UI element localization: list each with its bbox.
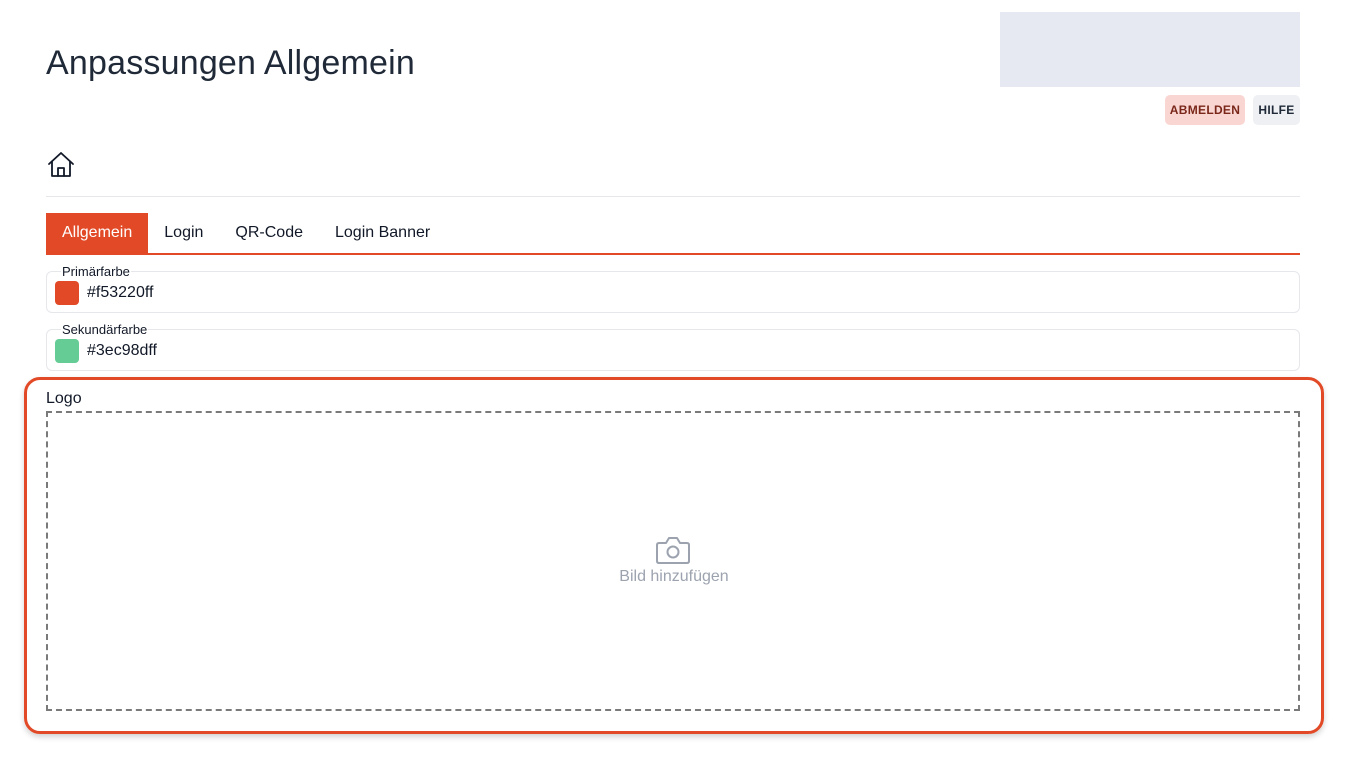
brand-logo-placeholder	[1000, 12, 1300, 87]
header-divider	[46, 196, 1300, 197]
secondary-color-swatch[interactable]	[55, 339, 79, 363]
logout-button[interactable]: ABMELDEN	[1165, 95, 1245, 125]
logo-label: Logo	[46, 390, 82, 407]
tab-login[interactable]: Login	[148, 213, 219, 253]
primary-color-swatch[interactable]	[55, 281, 79, 305]
upload-hint-text: Bild hinzufügen	[619, 568, 729, 585]
tab-login-banner[interactable]: Login Banner	[319, 213, 446, 253]
help-button[interactable]: HILFE	[1253, 95, 1300, 125]
primary-color-field[interactable]: Primärfarbe #f53220ff	[46, 264, 1300, 313]
secondary-color-label: Sekundärfarbe	[61, 322, 149, 338]
primary-color-value[interactable]: #f53220ff	[87, 284, 153, 302]
camera-icon	[655, 535, 691, 565]
tab-bar: Allgemein Login QR-Code Login Banner	[46, 213, 1300, 255]
primary-color-label: Primärfarbe	[61, 264, 131, 280]
page-title: Anpassungen Allgemein	[46, 44, 416, 82]
tab-allgemein[interactable]: Allgemein	[46, 213, 149, 253]
home-icon[interactable]	[46, 150, 76, 180]
secondary-color-value[interactable]: #3ec98dff	[87, 342, 157, 360]
tab-qr-code[interactable]: QR-Code	[219, 213, 319, 253]
secondary-color-field[interactable]: Sekundärfarbe #3ec98dff	[46, 322, 1300, 371]
